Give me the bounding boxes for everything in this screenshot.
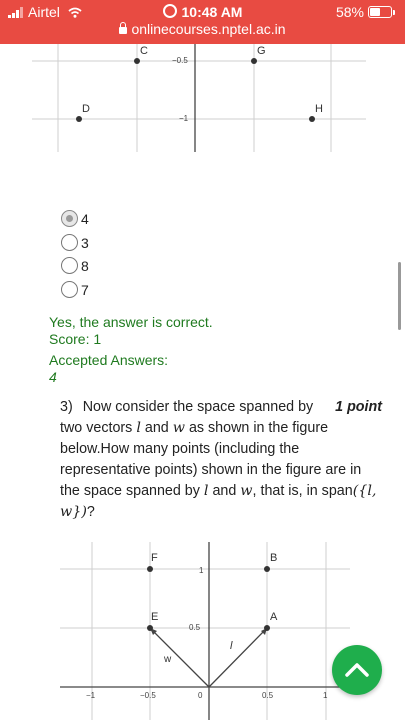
question-text: and bbox=[144, 420, 169, 436]
point-c bbox=[134, 58, 140, 64]
tick-label: −1 bbox=[179, 114, 189, 123]
tick-label: −1 bbox=[86, 691, 96, 700]
question-text: vectors bbox=[86, 420, 133, 436]
question-text: ? bbox=[86, 504, 95, 520]
top-figure: −0.5 −1 C G D H bbox=[32, 44, 366, 157]
radio[interactable] bbox=[61, 280, 78, 298]
status-bar: Airtel 10:48 AM 58% onlinecourses.nptel.… bbox=[0, 0, 405, 44]
question-text: and bbox=[212, 483, 237, 499]
tick-label: 1 bbox=[323, 691, 328, 700]
question-points: 1 point bbox=[335, 399, 382, 415]
tick-label: 0 bbox=[198, 691, 203, 700]
battery-icon bbox=[368, 6, 392, 18]
option-label: 7 bbox=[81, 281, 89, 298]
point-label: E bbox=[151, 611, 158, 623]
result-text: Yes, the answer is correct. bbox=[49, 314, 213, 330]
vector-label-w: w bbox=[163, 654, 172, 665]
point-f bbox=[147, 566, 153, 572]
point-label: A bbox=[270, 611, 278, 623]
score-text: Score: 1 bbox=[49, 331, 102, 347]
clock-time: 10:48 AM bbox=[181, 4, 243, 20]
tick-label: 0.5 bbox=[262, 691, 274, 700]
option-label: 3 bbox=[81, 234, 89, 251]
point-label: D bbox=[82, 103, 90, 115]
point-d bbox=[76, 116, 82, 122]
point-label: C bbox=[140, 45, 148, 57]
option-label: 8 bbox=[81, 258, 89, 274]
chevron-up-icon bbox=[345, 663, 369, 677]
address-bar[interactable]: onlinecourses.nptel.ac.in bbox=[0, 21, 405, 37]
point-g bbox=[251, 58, 257, 64]
lock-icon bbox=[119, 22, 128, 34]
math-var-l: l bbox=[136, 420, 141, 436]
point-label: F bbox=[151, 552, 158, 564]
option-label: 4 bbox=[81, 211, 89, 227]
math-var-w: w bbox=[172, 420, 185, 436]
point-h bbox=[309, 116, 315, 122]
radio[interactable] bbox=[61, 233, 78, 251]
question-number: 3) bbox=[60, 399, 73, 415]
point-b bbox=[264, 566, 270, 572]
alarm-icon bbox=[162, 4, 177, 18]
point-label: G bbox=[257, 45, 266, 57]
accepted-answers-heading: Accepted Answers: bbox=[49, 352, 169, 368]
question-3: 1 point 3) Now consider the space spanne… bbox=[60, 397, 382, 523]
point-a bbox=[264, 625, 270, 631]
tick-label: −0.5 bbox=[140, 691, 156, 700]
battery-tip bbox=[393, 9, 395, 15]
scrollbar[interactable] bbox=[398, 262, 401, 330]
battery-level bbox=[370, 8, 381, 16]
battery: 58% bbox=[336, 4, 395, 20]
point-label: H bbox=[315, 103, 323, 115]
tick-label: −0.5 bbox=[172, 56, 188, 65]
math-var-l: l bbox=[203, 483, 209, 499]
answer-feedback: Yes, the answer is correct. Score: 1 Acc… bbox=[49, 314, 213, 386]
vector-figure: 1 0.5 0 −1 −0.5 0.5 1 l w F B E A bbox=[60, 530, 350, 725]
point-label: B bbox=[270, 552, 277, 564]
tick-label: 0.5 bbox=[189, 623, 201, 632]
question-text: , that is, in span bbox=[252, 483, 353, 499]
point-e bbox=[147, 625, 153, 631]
radio[interactable] bbox=[61, 257, 78, 274]
math-var-w: w bbox=[240, 483, 253, 499]
battery-percent: 58% bbox=[335, 4, 364, 20]
url-text: onlinecourses.nptel.ac.in bbox=[131, 21, 286, 37]
scroll-top-button[interactable] bbox=[332, 645, 382, 695]
radio-selected[interactable] bbox=[61, 210, 78, 227]
accepted-answer-value: 4 bbox=[49, 369, 57, 385]
tick-label: 1 bbox=[199, 566, 204, 575]
vector-label-l: l bbox=[230, 640, 233, 652]
